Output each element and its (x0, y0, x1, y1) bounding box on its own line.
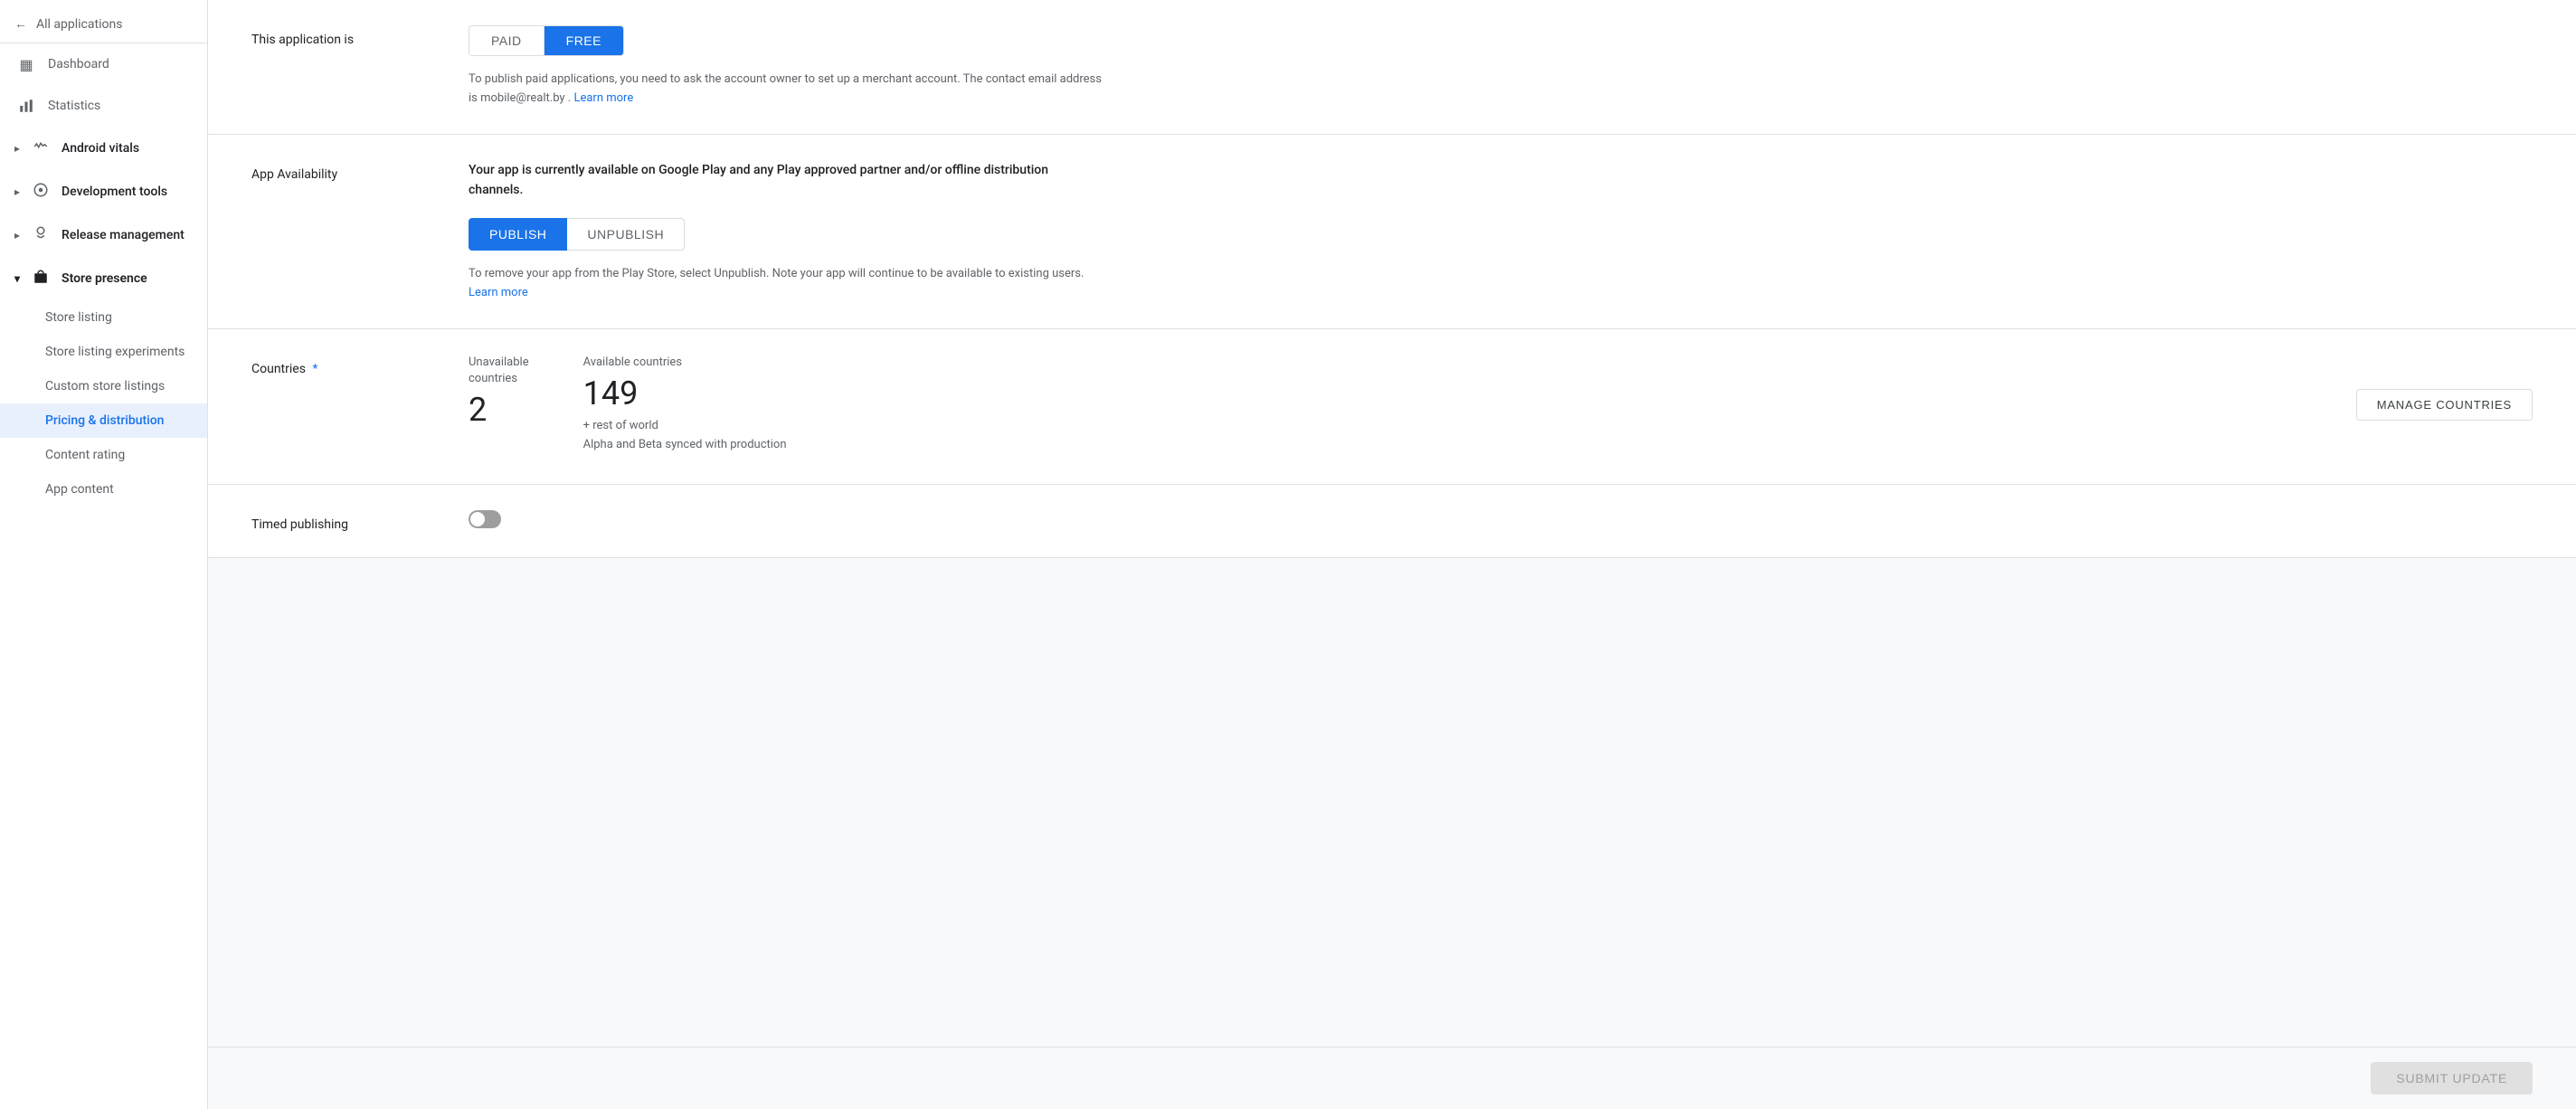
countries-actions: MANAGE COUNTRIES (841, 355, 2533, 421)
nav-label-statistics: Statistics (48, 99, 100, 113)
expand-arrow-store: ▾ (14, 272, 20, 285)
countries-row-outer: Countries * Unavailablecountries 2 Avail… (251, 355, 2533, 459)
publish-button[interactable]: PUBLISH (469, 218, 567, 251)
nav-label-release-mgmt: Release management (62, 228, 185, 242)
free-button[interactable]: FREE (545, 26, 623, 55)
timed-publishing-toggle[interactable] (469, 510, 501, 528)
app-is-section: This application is PAID FREE To publish… (208, 0, 2576, 135)
footer-bar: SUBMIT UPDATE (208, 1047, 2576, 1109)
expand-arrow-release: ▸ (14, 229, 20, 242)
availability-row: App Availability Your app is currently a… (251, 160, 2533, 303)
statistics-icon (17, 97, 35, 115)
available-label: Available countries (583, 355, 787, 371)
countries-content: Unavailablecountries 2 Available countri… (469, 355, 2533, 459)
back-link[interactable]: ← All applications (14, 16, 193, 32)
nav-item-statistics[interactable]: Statistics (0, 85, 207, 127)
expand-arrow-dev: ▸ (14, 185, 20, 198)
availability-content: Your app is currently available on Googl… (469, 160, 2533, 303)
sidebar: ← All applications ▦ Dashboard Statistic… (0, 0, 208, 1109)
timed-row: Timed publishing (251, 510, 2533, 532)
page-content: This application is PAID FREE To publish… (208, 0, 2576, 558)
alpha-beta-text: Alpha and Beta synced with production (583, 438, 787, 451)
availability-label: App Availability (251, 160, 432, 182)
available-count: 149 (583, 374, 787, 413)
available-countries-stat: Available countries 149 + rest of world … (583, 355, 787, 451)
store-presence-icon (33, 269, 49, 289)
app-is-row: This application is PAID FREE To publish… (251, 25, 2533, 109)
removal-learn-more-link[interactable]: Learn more (469, 286, 528, 299)
dev-tools-icon (33, 182, 49, 202)
main-content: This application is PAID FREE To publish… (208, 0, 2576, 1109)
app-is-label: This application is (251, 25, 432, 47)
rest-of-world: + rest of world (583, 419, 787, 432)
timed-content (469, 510, 2533, 528)
back-arrow-icon: ← (14, 16, 27, 32)
back-link-label: All applications (36, 17, 122, 32)
availability-description: Your app is currently available on Googl… (469, 160, 1102, 201)
countries-section: Countries * Unavailablecountries 2 Avail… (208, 329, 2576, 485)
required-indicator: * (312, 362, 317, 376)
dashboard-icon: ▦ (17, 55, 35, 73)
merchant-info-text: To publish paid applications, you need t… (469, 71, 1102, 109)
learn-more-link[interactable]: Learn more (573, 91, 633, 105)
timed-label: Timed publishing (251, 510, 432, 532)
submit-update-button[interactable]: SUBMIT UPDATE (2371, 1062, 2533, 1095)
sidebar-item-pricing-distribution[interactable]: Pricing & distribution (0, 403, 207, 438)
unavailable-label: Unavailablecountries (469, 355, 529, 387)
sidebar-item-custom-store-listings[interactable]: Custom store listings (0, 369, 207, 403)
sidebar-top: ← All applications (0, 0, 207, 43)
nav-label-dev-tools: Development tools (62, 185, 167, 199)
paid-button[interactable]: PAID (469, 26, 545, 55)
publish-unpublish-group: PUBLISH UNPUBLISH (469, 218, 2533, 251)
manage-countries-button[interactable]: MANAGE COUNTRIES (2356, 389, 2533, 421)
nav-label-store-presence: Store presence (62, 271, 147, 286)
timed-toggle-row (469, 510, 2533, 528)
release-mgmt-icon (33, 225, 49, 245)
nav-item-android-vitals[interactable]: ▸ Android vitals (0, 127, 207, 170)
nav-item-store-presence[interactable]: ▾ Store presence (0, 257, 207, 300)
nav-label-dashboard: Dashboard (48, 57, 109, 71)
unavailable-countries-stat: Unavailablecountries 2 (469, 355, 529, 431)
nav-label-android-vitals: Android vitals (62, 141, 139, 156)
countries-stats-row: Unavailablecountries 2 Available countri… (469, 355, 2533, 451)
sidebar-item-store-listing-experiments[interactable]: Store listing experiments (0, 335, 207, 369)
nav-item-release-management[interactable]: ▸ Release management (0, 213, 207, 257)
nav-item-development-tools[interactable]: ▸ Development tools (0, 170, 207, 213)
store-presence-subitems: Store listing Store listing experiments … (0, 300, 207, 507)
app-availability-section: App Availability Your app is currently a… (208, 135, 2576, 329)
unavailable-count: 2 (469, 391, 529, 430)
timed-publishing-section: Timed publishing (208, 485, 2576, 558)
removal-info-text: To remove your app from the Play Store, … (469, 265, 1102, 303)
toggle-slider (469, 510, 501, 528)
nav-item-dashboard[interactable]: ▦ Dashboard (0, 43, 207, 85)
expand-arrow-vitals: ▸ (14, 142, 20, 155)
android-vitals-icon (33, 138, 49, 158)
unpublish-button[interactable]: UNPUBLISH (567, 218, 685, 251)
sidebar-item-app-content[interactable]: App content (0, 472, 207, 507)
app-is-content: PAID FREE To publish paid applications, … (469, 25, 2533, 109)
content-area: This application is PAID FREE To publish… (208, 0, 2576, 1047)
paid-free-toggle-group: PAID FREE (469, 25, 624, 56)
sidebar-item-content-rating[interactable]: Content rating (0, 438, 207, 472)
sidebar-item-store-listing[interactable]: Store listing (0, 300, 207, 335)
countries-label: Countries * (251, 355, 432, 376)
